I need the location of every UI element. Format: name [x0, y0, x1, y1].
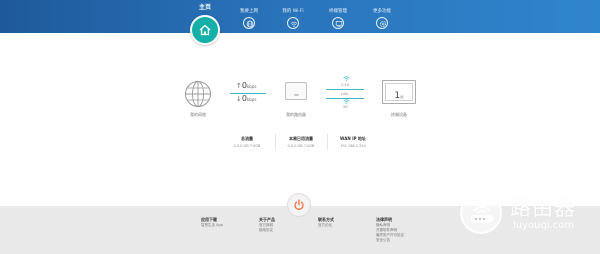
footer-col-title: 关于产品 [259, 217, 275, 222]
tab-more-functions-label: 更多功能 [373, 9, 391, 14]
home-tab-label: 主页 [198, 4, 211, 11]
band-5g-label: 5G [343, 105, 348, 109]
band-24g-line [326, 89, 364, 90]
footer-col-legal: 法律声明 隐私声明 开源软件声明 最终用户许可协议 安全公告 [376, 216, 404, 243]
band-24g-label: 2.4G [341, 83, 350, 87]
globe-icon [243, 17, 255, 29]
watermark-router-icon [460, 192, 502, 234]
tab-internet[interactable]: 我要上网 [229, 9, 269, 29]
wifi-5g-icon [343, 99, 350, 104]
footer-col-title: 联系方式 [318, 217, 334, 222]
devices-label: 终端设备 [391, 112, 407, 117]
tab-home[interactable]: 主页 [190, 4, 220, 12]
device-icon [332, 17, 344, 29]
settings-icon [376, 17, 388, 29]
footer-col-app: 应用下载 智慧生活 App [201, 216, 223, 228]
info-week-traffic-value: 0.0.0 GB 7.0GB [287, 144, 315, 148]
footer-col-title: 法律声明 [376, 217, 392, 222]
watermark: 路由器 luyouqi.com [458, 188, 598, 240]
band-lan-label: LAN [341, 92, 349, 96]
tab-more-functions[interactable]: 更多功能 [362, 9, 402, 29]
info-wan-ip-title: WAN IP 地址 [340, 136, 366, 141]
terminal-devices-icon[interactable]: 1台 [382, 80, 416, 104]
info-total-traffic-value: 0.0.0 GB 7.0GB [233, 144, 261, 148]
tab-device-management-label: 终端管理 [329, 9, 347, 14]
info-week-traffic-title: 本周已用流量 [289, 136, 313, 141]
upload-speed: ↑0kbps [236, 81, 257, 90]
download-speed: ↓0kbps [236, 94, 257, 103]
tab-device-management[interactable]: 终端管理 [318, 9, 358, 29]
device-count-unit: 台 [400, 95, 404, 99]
footer-link[interactable]: 官方论坛 [318, 223, 334, 228]
info-wan-ip-value: 192.168.1.254 [340, 144, 366, 148]
wifi-icon [287, 17, 299, 29]
watermark-cn-text: 路由器 [510, 196, 576, 220]
info-total-traffic-title: 总流量 [241, 136, 253, 141]
tab-internet-label: 我要上网 [240, 9, 258, 14]
footer-link[interactable]: 安全公告 [376, 238, 404, 243]
router-icon[interactable] [285, 82, 307, 100]
watermark-en-text: luyouqi.com [513, 220, 575, 231]
device-count-screen: 1台 [385, 83, 413, 101]
reboot-button[interactable] [287, 193, 311, 217]
footer-link[interactable]: 智慧生活 App [201, 223, 223, 228]
internet-label: 我的网络 [190, 112, 206, 117]
tab-my-wifi-label: 我的 Wi-Fi [282, 9, 304, 14]
footer-col-title: 应用下载 [201, 217, 217, 222]
tab-my-wifi[interactable]: 我的 Wi-Fi [273, 9, 313, 29]
router-label: 我的路由器 [286, 112, 306, 117]
footer-col-contact: 联系方式 官方论坛 [318, 216, 334, 228]
footer-link[interactable]: 使用协议 [259, 228, 275, 233]
wifi-24g-icon [343, 76, 350, 81]
internet-globe-icon[interactable] [184, 80, 212, 108]
footer-col-about: 关于产品 官方商城 使用协议 [259, 216, 275, 233]
top-navigation-bar: 主页 我要上网 我的 Wi-Fi 终端管理 更多功能 [0, 0, 600, 33]
